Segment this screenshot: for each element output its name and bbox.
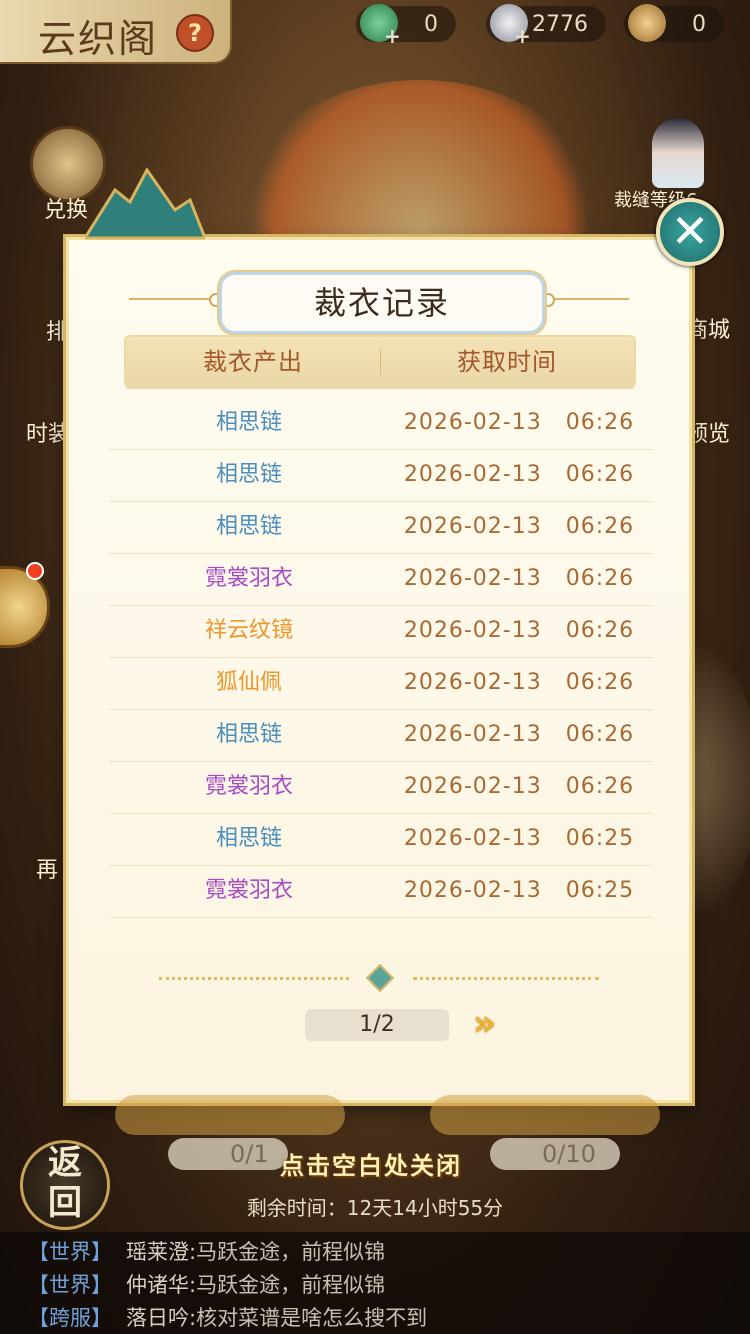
modal-title: 裁衣记录 bbox=[313, 284, 450, 322]
title-line-left bbox=[129, 298, 219, 300]
divider-left bbox=[159, 977, 349, 983]
rank-label: 排 bbox=[46, 320, 69, 345]
fashion-label: 时装 bbox=[26, 422, 71, 447]
remaining-time: 剩余时间：12天14小时55分 bbox=[246, 1196, 504, 1220]
record-time: 2026-02-13 06:26 bbox=[403, 618, 635, 643]
count-pill-left: 0/1 bbox=[168, 1138, 288, 1170]
top-bar: 云织阁 ? + 0 + 2776 0 bbox=[0, 0, 750, 64]
preview-label: 预览 bbox=[686, 422, 731, 447]
currency-value: 2776 bbox=[532, 12, 588, 37]
tailor-once-button[interactable] bbox=[115, 1095, 345, 1135]
record-item: 相思链 bbox=[215, 462, 282, 487]
tailor-record-modal: 裁衣记录 裁衣产出 获取时间 相思链 2026-02-13 06:26 相思链 202… bbox=[66, 237, 692, 1103]
currency-value: 0 bbox=[692, 12, 706, 37]
record-item: 相思链 bbox=[215, 826, 282, 851]
record-row: 相思链 2026-02-13 06:26 bbox=[109, 501, 653, 554]
currency-scroll[interactable]: 0 bbox=[624, 4, 724, 42]
record-item: 相思链 bbox=[215, 722, 282, 747]
divider-diamond-icon bbox=[365, 963, 395, 993]
chat-sender[interactable]: 落日吟: bbox=[126, 1306, 196, 1330]
add-icon[interactable]: + bbox=[514, 24, 531, 48]
close-hint-text: 点击空白处关闭 bbox=[280, 1152, 462, 1180]
shop-label: 商城 bbox=[686, 318, 731, 343]
record-time: 2026-02-13 06:25 bbox=[403, 826, 635, 851]
scroll-count-right: 0/10 bbox=[542, 1140, 596, 1168]
tailor-ten-button[interactable] bbox=[430, 1095, 660, 1135]
help-icon[interactable]: ? bbox=[176, 14, 214, 52]
record-item: 霓裳羽衣 bbox=[204, 878, 293, 903]
count-pill-right: 0/10 bbox=[490, 1138, 620, 1170]
table-header: 裁衣产出 获取时间 bbox=[124, 335, 636, 389]
record-item: 相思链 bbox=[215, 514, 282, 539]
modal-title-plate: 裁衣记录 bbox=[219, 272, 545, 334]
record-time: 2026-02-13 06:26 bbox=[403, 670, 635, 695]
record-row: 相思链 2026-02-13 06:26 bbox=[109, 397, 653, 450]
record-item: 狐仙佩 bbox=[215, 670, 282, 695]
record-time: 2026-02-13 06:26 bbox=[403, 462, 635, 487]
close-button[interactable]: ✕ bbox=[656, 198, 724, 266]
record-row: 霓裳羽衣 2026-02-13 06:25 bbox=[109, 865, 653, 918]
chat-message: 【世界】 仲诸华:马跃金途，前程似锦 bbox=[28, 1269, 385, 1299]
tailor-avatar bbox=[652, 118, 704, 188]
record-time: 2026-02-13 06:26 bbox=[403, 566, 635, 591]
scroll-icon bbox=[628, 4, 666, 42]
notification-dot bbox=[26, 562, 44, 580]
chat-sender[interactable]: 瑶莱澄: bbox=[126, 1240, 196, 1264]
chat-text: 马跃金途，前程似锦 bbox=[196, 1240, 386, 1264]
exchange-label: 兑换 bbox=[44, 198, 89, 223]
chat-panel[interactable]: 【世界】 瑶莱澄:马跃金途，前程似锦 【世界】 仲诸华:马跃金途，前程似锦 【跨服】 落日… bbox=[0, 1232, 750, 1334]
page-title: 云织阁 bbox=[38, 17, 159, 61]
record-row: 狐仙佩 2026-02-13 06:26 bbox=[109, 657, 653, 710]
page-indicator: 1/2 bbox=[305, 1009, 449, 1041]
chat-channel: 【世界】 bbox=[28, 1240, 112, 1264]
record-time: 2026-02-13 06:26 bbox=[403, 514, 635, 539]
scroll-count-left: 0/1 bbox=[230, 1140, 269, 1168]
currency-jade[interactable]: + 0 bbox=[356, 4, 456, 48]
currency-value: 0 bbox=[424, 12, 438, 37]
chat-channel: 【世界】 bbox=[28, 1273, 112, 1297]
divider-right bbox=[413, 977, 599, 983]
chat-channel: 【跨服】 bbox=[28, 1306, 112, 1330]
chat-message: 【跨服】 落日吟:核对菜谱是啥怎么搜不到 bbox=[28, 1302, 427, 1332]
record-time: 2026-02-13 06:25 bbox=[403, 878, 635, 903]
close-icon: ✕ bbox=[670, 204, 710, 258]
record-row: 相思链 2026-02-13 06:26 bbox=[109, 449, 653, 502]
record-item: 霓裳羽衣 bbox=[204, 566, 293, 591]
record-time: 2026-02-13 06:26 bbox=[403, 410, 635, 435]
record-row: 霓裳羽衣 2026-02-13 06:26 bbox=[109, 553, 653, 606]
column-header-time: 获取时间 bbox=[457, 348, 557, 376]
record-item: 相思链 bbox=[215, 410, 282, 435]
currency-silver[interactable]: + 2776 bbox=[486, 4, 606, 48]
record-row: 霓裳羽衣 2026-02-13 06:26 bbox=[109, 761, 653, 814]
chat-text: 马跃金途，前程似锦 bbox=[196, 1273, 386, 1297]
record-row: 祥云纹镜 2026-02-13 06:26 bbox=[109, 605, 653, 658]
chat-text: 核对菜谱是啥怎么搜不到 bbox=[196, 1306, 428, 1330]
record-time: 2026-02-13 06:26 bbox=[403, 722, 635, 747]
chat-message: 【世界】 瑶莱澄:马跃金途，前程似锦 bbox=[28, 1236, 385, 1266]
chat-sender[interactable]: 仲诸华: bbox=[126, 1273, 196, 1297]
add-icon[interactable]: + bbox=[384, 24, 401, 48]
record-item: 祥云纹镜 bbox=[204, 618, 293, 643]
record-row: 相思链 2026-02-13 06:26 bbox=[109, 709, 653, 762]
record-item: 霓裳羽衣 bbox=[204, 774, 293, 799]
title-plate: 云织阁 ? bbox=[0, 0, 232, 64]
column-header-output: 裁衣产出 bbox=[203, 348, 303, 376]
again-label: 再 bbox=[36, 858, 59, 883]
mountain-decoration bbox=[85, 167, 205, 240]
record-time: 2026-02-13 06:26 bbox=[403, 774, 635, 799]
record-row: 相思链 2026-02-13 06:25 bbox=[109, 813, 653, 866]
next-page-icon[interactable]: » bbox=[473, 1004, 513, 1044]
